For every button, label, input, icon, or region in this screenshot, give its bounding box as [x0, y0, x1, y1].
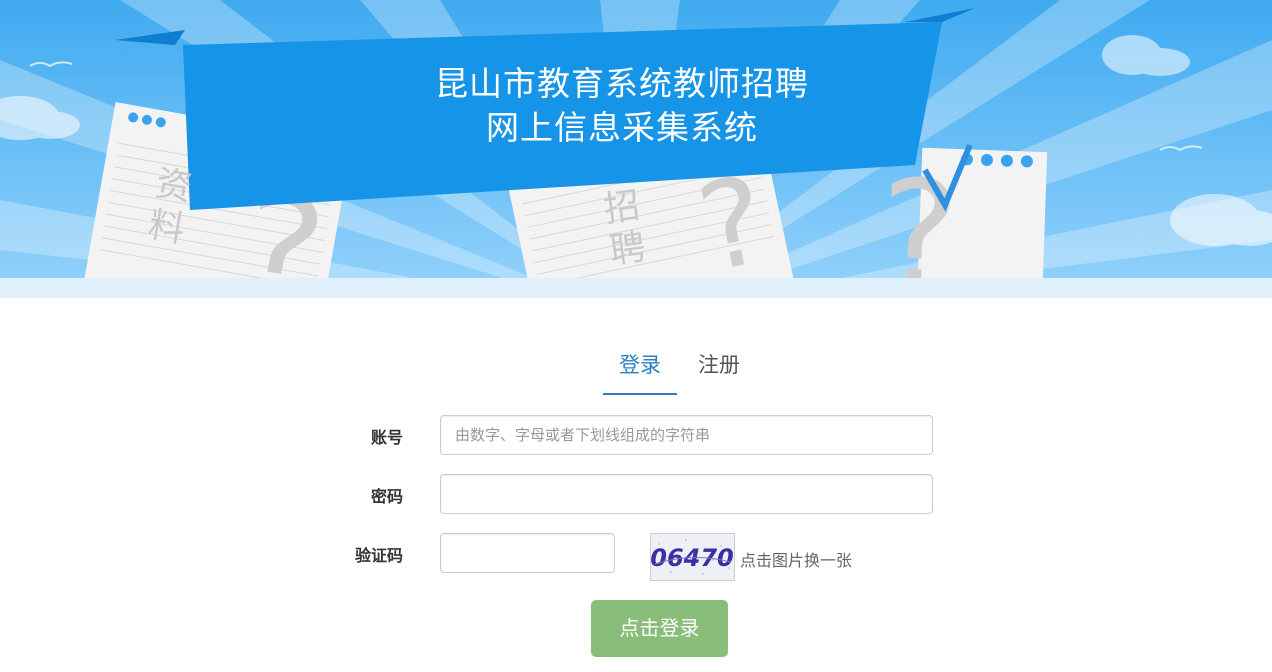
- account-label: 账号: [370, 428, 403, 447]
- account-input[interactable]: [440, 415, 933, 455]
- tab-login[interactable]: 登录: [603, 345, 677, 395]
- site-title: 昆山市教育系统教师招聘 网上信息采集系统: [380, 62, 864, 150]
- captcha-refresh-hint[interactable]: 点击图片换一张: [740, 547, 852, 571]
- captcha-text: 06470: [651, 544, 734, 572]
- site-title-line1: 昆山市教育系统教师招聘: [435, 64, 809, 103]
- captcha-image[interactable]: 06470: [650, 533, 735, 581]
- login-button[interactable]: 点击登录: [591, 600, 728, 657]
- captcha-label: 验证码: [354, 546, 403, 565]
- svg-text:?: ?: [876, 148, 962, 298]
- captcha-input[interactable]: [440, 533, 615, 573]
- site-title-line2: 网上信息采集系统: [486, 108, 758, 147]
- password-label: 密码: [370, 487, 403, 506]
- password-input[interactable]: [440, 474, 933, 514]
- tab-register[interactable]: 注册: [682, 345, 756, 395]
- header-banner: ? ? ? 资料 招聘 昆山市教育系统教师招聘 网上信息采集系统: [0, 0, 1272, 298]
- auth-tabs: 登录 注册: [0, 345, 1272, 397]
